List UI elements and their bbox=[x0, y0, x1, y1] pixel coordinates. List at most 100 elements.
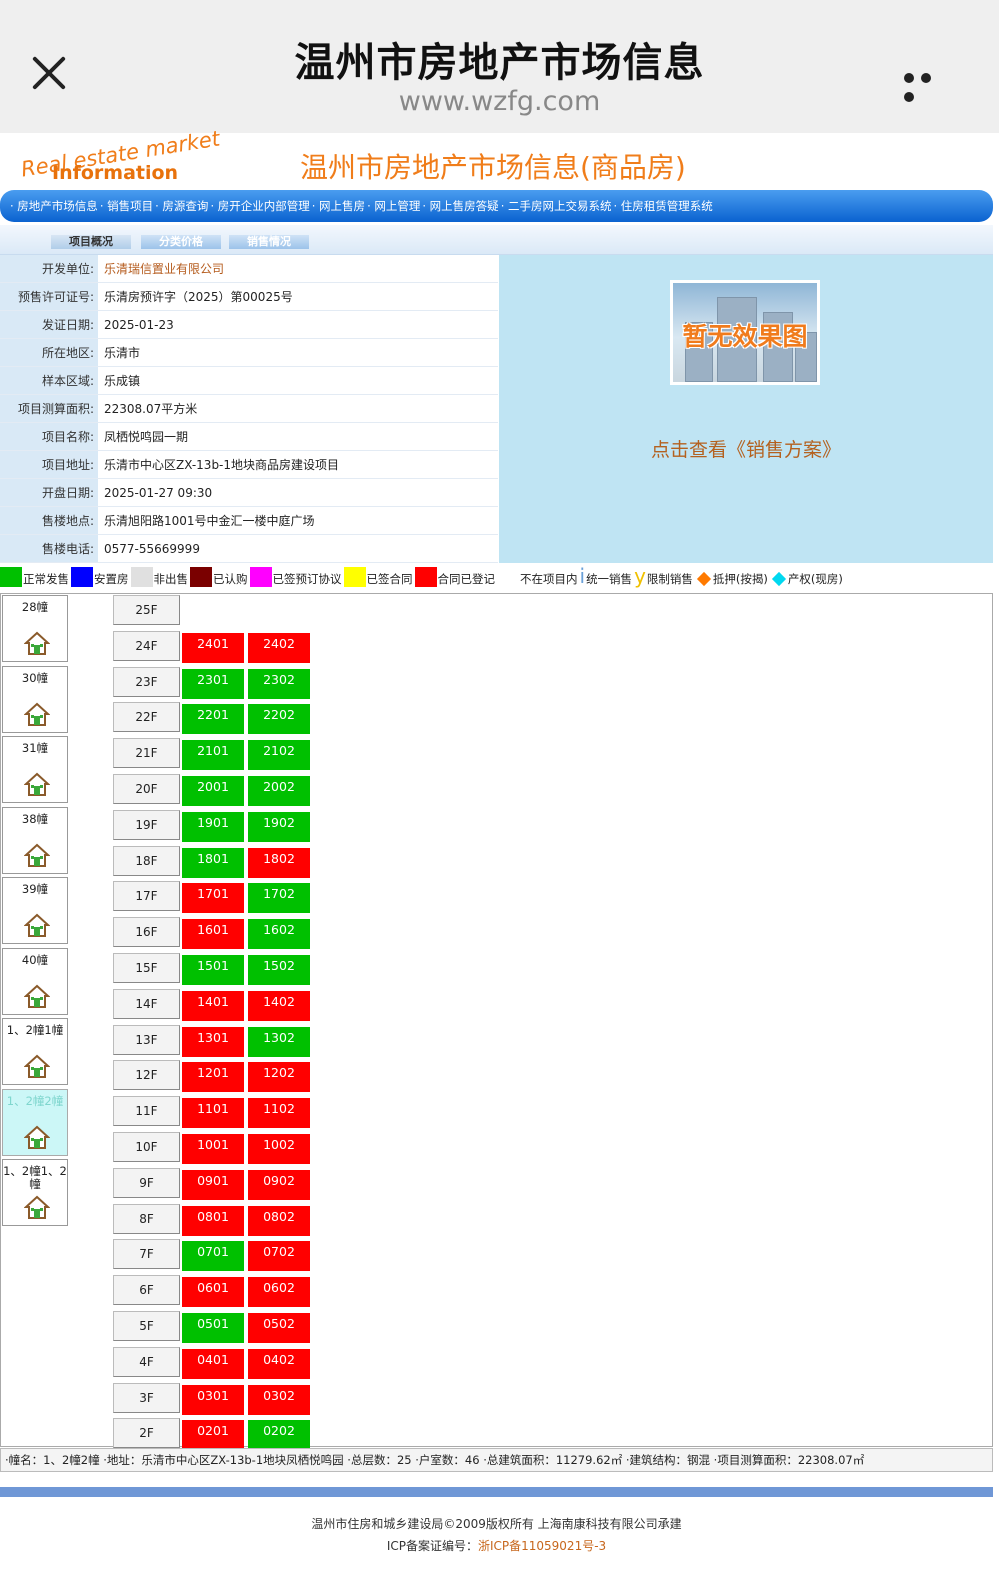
unit-cell[interactable]: 2201 bbox=[182, 704, 244, 735]
more-menu-icon[interactable] bbox=[904, 68, 954, 102]
unit-cell[interactable]: 2302 bbox=[248, 668, 310, 699]
unit-cell[interactable]: 0502 bbox=[248, 1313, 310, 1343]
info-label: 项目名称: bbox=[0, 423, 98, 450]
unit-cell[interactable]: 0301 bbox=[182, 1384, 244, 1415]
floor-label: 2F bbox=[113, 1418, 180, 1449]
nav-item[interactable]: · 销售项目 bbox=[100, 199, 153, 213]
legend-item: 正常发售 bbox=[0, 567, 69, 587]
building-item[interactable]: 28幢 bbox=[2, 595, 68, 662]
building-name: 1、2幢1幢 bbox=[6, 1023, 64, 1037]
unit-cell[interactable]: 1502 bbox=[248, 955, 310, 985]
unit-cell[interactable]: 0401 bbox=[182, 1348, 244, 1379]
nav-item[interactable]: · 二手房网上交易系统 bbox=[501, 199, 612, 213]
unit-cell[interactable]: 1302 bbox=[248, 1026, 310, 1057]
nav-item[interactable]: · 网上售房 bbox=[312, 199, 365, 213]
nav-item[interactable]: · 房开企业内部管理 bbox=[210, 199, 309, 213]
building-item[interactable]: 40幢 bbox=[2, 947, 68, 1015]
unit-cell[interactable]: 1602 bbox=[248, 919, 310, 950]
unit-cell[interactable]: 2001 bbox=[182, 776, 244, 806]
unit-cell[interactable]: 1702 bbox=[248, 883, 310, 914]
unit-cell[interactable]: 1802 bbox=[248, 847, 310, 878]
unit-cell[interactable]: 1102 bbox=[248, 1098, 310, 1129]
unit-cell[interactable]: 0901 bbox=[182, 1169, 244, 1200]
unit-cell[interactable]: 1901 bbox=[182, 811, 244, 842]
legend-label: 已认购 bbox=[213, 572, 248, 586]
site-title: 温州市房地产市场信息(商品房) bbox=[300, 151, 686, 184]
unit-cell[interactable]: 1202 bbox=[248, 1062, 310, 1093]
floor-label: 4F bbox=[113, 1346, 180, 1377]
sales-plan-link[interactable]: 点击查看《销售方案》 bbox=[499, 435, 993, 462]
unit-cell[interactable]: 1301 bbox=[182, 1026, 244, 1057]
unit-cell[interactable]: 0802 bbox=[248, 1205, 310, 1236]
tab-project-overview[interactable]: 项目概况 bbox=[51, 235, 131, 249]
unit-cell[interactable]: 0801 bbox=[182, 1205, 244, 1236]
unit-cell[interactable]: 1402 bbox=[248, 990, 310, 1021]
unit-cell[interactable]: 2102 bbox=[248, 740, 310, 771]
unit-cell[interactable]: 0701 bbox=[182, 1241, 244, 1272]
legend-label: 抵押(按揭) bbox=[712, 572, 768, 586]
floor-label: 16F bbox=[113, 917, 180, 948]
unit-cell[interactable]: 0302 bbox=[248, 1384, 310, 1415]
legend-swatch bbox=[190, 567, 212, 587]
footer-icp: ICP备案证编号：浙ICP备11059021号-3 bbox=[0, 1537, 993, 1554]
building-name: 30幢 bbox=[21, 670, 49, 685]
browser-title: 温州市房地产市场信息 bbox=[294, 40, 705, 86]
icp-link[interactable]: 浙ICP备11059021号-3 bbox=[478, 1539, 606, 1553]
legend-label: 合同已登记 bbox=[437, 572, 496, 586]
unit-cell[interactable]: 1401 bbox=[182, 990, 244, 1021]
info-value[interactable]: 乐清瑞信置业有限公司 bbox=[98, 255, 498, 282]
building-item[interactable]: 30幢 bbox=[2, 665, 68, 733]
unit-cell[interactable]: 1101 bbox=[182, 1098, 244, 1129]
building-item[interactable]: 39幢 bbox=[2, 877, 68, 944]
unit-cell[interactable]: 2402 bbox=[248, 632, 310, 663]
building-item[interactable]: 1、2幢1幢 bbox=[2, 1018, 68, 1085]
unit-cell[interactable]: 0702 bbox=[248, 1241, 310, 1272]
nav-item[interactable]: · 房地产市场信息 bbox=[10, 199, 98, 213]
unit-cell[interactable]: 1002 bbox=[248, 1134, 310, 1164]
nav-item[interactable]: · 网上售房答疑 bbox=[422, 199, 498, 213]
unit-cell[interactable]: 1001 bbox=[182, 1134, 244, 1164]
building-name: 40幢 bbox=[21, 952, 49, 967]
building-item[interactable]: 1、2幢2幢 bbox=[2, 1088, 68, 1156]
unit-cell[interactable]: 0501 bbox=[182, 1313, 244, 1343]
building-name: 1、2幢1、2幢 bbox=[3, 1164, 67, 1191]
nav-item[interactable]: · 住房租赁管理系统 bbox=[614, 199, 713, 213]
unit-cell[interactable]: 0201 bbox=[182, 1420, 244, 1451]
building-item[interactable]: 38幢 bbox=[2, 806, 68, 874]
floor-label: 15F bbox=[113, 953, 180, 983]
unit-cell[interactable]: 1801 bbox=[182, 847, 244, 878]
info-value: 2025-01-23 bbox=[98, 311, 498, 338]
unit-cell[interactable]: 0202 bbox=[248, 1420, 310, 1451]
unit-cell[interactable]: 2202 bbox=[248, 704, 310, 735]
unit-cell[interactable]: 1201 bbox=[182, 1062, 244, 1093]
no-effect-image-text: 暂无效果图 bbox=[682, 322, 808, 351]
info-label: 项目地址: bbox=[0, 451, 98, 478]
house-icon bbox=[23, 983, 51, 1009]
unit-cell[interactable]: 2002 bbox=[248, 776, 310, 806]
site-logo[interactable]: Real estate market Information bbox=[16, 126, 221, 186]
info-row: 售楼电话: 0577-55669999 bbox=[0, 535, 498, 563]
unit-cell[interactable]: 0902 bbox=[248, 1169, 310, 1200]
unit-cell[interactable]: 2101 bbox=[182, 740, 244, 771]
unit-cell[interactable]: 1701 bbox=[182, 883, 244, 914]
tab-sales-status[interactable]: 销售情况 bbox=[229, 235, 309, 249]
house-icon bbox=[23, 842, 51, 868]
unit-cell[interactable]: 2301 bbox=[182, 668, 244, 699]
legend-swatch bbox=[497, 567, 519, 587]
building-item[interactable]: 31幢 bbox=[2, 736, 68, 803]
unit-cell[interactable]: 0602 bbox=[248, 1277, 310, 1308]
unit-cell[interactable]: 2401 bbox=[182, 632, 244, 663]
unit-cell[interactable]: 1902 bbox=[248, 811, 310, 842]
nav-item[interactable]: · 房源查询 bbox=[155, 199, 208, 213]
building-status-bar: ·幢名：1、2幢2幢 ·地址：乐清市中心区ZX-13b-1地块凤栖悦鸣园 ·总层… bbox=[0, 1448, 993, 1472]
building-item[interactable]: 1、2幢1、2幢 bbox=[2, 1159, 68, 1226]
unit-cell[interactable]: 0601 bbox=[182, 1277, 244, 1308]
nav-item[interactable]: · 网上管理 bbox=[367, 199, 420, 213]
unit-cell[interactable]: 1501 bbox=[182, 955, 244, 985]
unit-cell[interactable]: 0402 bbox=[248, 1348, 310, 1379]
building-name: 39幢 bbox=[21, 882, 49, 896]
legend-diamond-icon bbox=[771, 571, 786, 587]
info-label: 所在地区: bbox=[0, 339, 98, 366]
unit-cell[interactable]: 1601 bbox=[182, 919, 244, 950]
tab-category-price[interactable]: 分类价格 bbox=[141, 235, 221, 249]
